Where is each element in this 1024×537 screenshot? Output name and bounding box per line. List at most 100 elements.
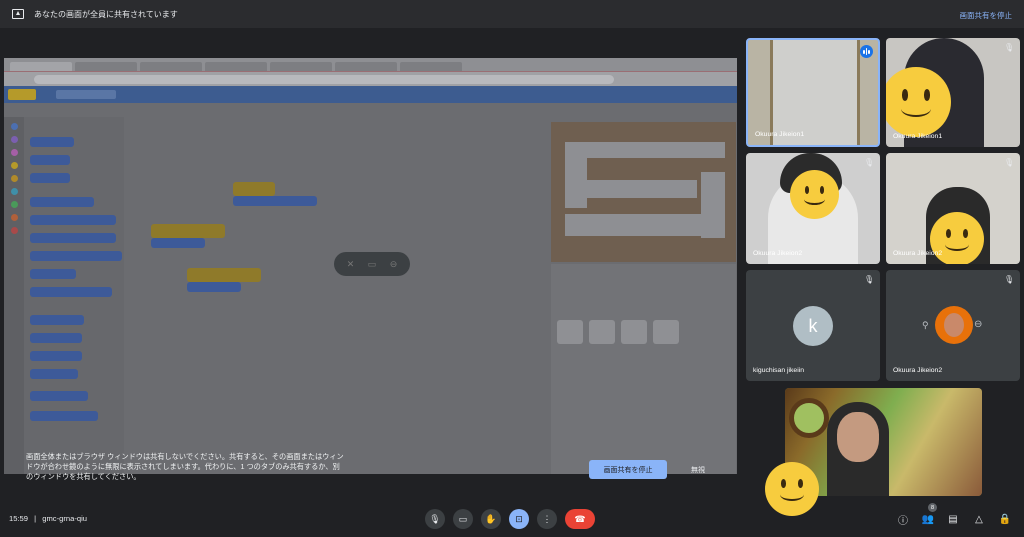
smiley-face-icon	[790, 170, 839, 219]
category-dot	[10, 162, 18, 169]
info-separator: |	[34, 514, 37, 523]
remove-icon[interactable]: ⊖	[974, 319, 982, 330]
sprite-thumbnail	[621, 320, 647, 344]
participant-tile[interactable]: 🎙 Okuura Jikeion1	[886, 38, 1020, 147]
category-dot	[10, 188, 18, 195]
code-block	[30, 173, 70, 183]
browser-tab	[335, 62, 397, 71]
pin-icon[interactable]: ⚲	[922, 320, 929, 331]
browser-tab	[205, 62, 267, 71]
raise-hand-icon: ✋	[485, 513, 497, 524]
code-block	[187, 268, 261, 282]
camera-button[interactable]: ▭	[453, 509, 473, 529]
code-block	[233, 196, 317, 206]
stop-sharing-link[interactable]: 画面共有を停止	[960, 10, 1013, 21]
maze-lane	[701, 172, 725, 238]
sprite-pane	[551, 264, 736, 474]
browser-tab	[10, 62, 72, 71]
avatar: k	[793, 306, 833, 346]
mic-muted-icon: 🎙	[864, 158, 875, 167]
block-categories	[4, 117, 24, 474]
code-block	[187, 282, 241, 292]
camera-icon: ▭	[458, 513, 468, 524]
browser-tab	[140, 62, 202, 71]
participant-tile[interactable]: Okuura Jikeion1	[746, 38, 880, 147]
participant-tile[interactable]: 🎙 Okuura Jikeion2	[746, 153, 880, 264]
scratch-menu-bar	[4, 86, 737, 103]
mic-muted-icon: 🎙	[1004, 158, 1015, 167]
round-window	[789, 398, 829, 438]
category-dot	[10, 123, 18, 130]
maze-lane	[587, 180, 697, 198]
present-icon: ⊡	[515, 513, 523, 524]
ignore-button[interactable]: 無視	[682, 460, 714, 479]
meeting-details-button[interactable]: ⓘ	[896, 512, 910, 527]
mic-off-icon: ✕	[346, 258, 355, 269]
presenting-banner: あなたの画面が全員に共有されています 画面共有を停止	[0, 0, 1024, 28]
meeting-info: 15:59 | gmc-grna-qiu	[9, 514, 87, 523]
leave-call-button[interactable]: ☎	[565, 509, 595, 529]
raise-hand-button[interactable]: ✋	[481, 509, 501, 529]
code-block	[30, 369, 78, 379]
more-options-button[interactable]: ⋮	[537, 509, 557, 529]
scratch-logo	[8, 89, 36, 100]
people-button[interactable]: 👥	[921, 512, 935, 526]
code-block	[151, 238, 205, 248]
maze-lane	[565, 142, 725, 158]
code-block	[30, 215, 116, 225]
sprite-thumbnail	[589, 320, 615, 344]
address-field	[34, 74, 614, 84]
mic-muted-icon: 🎙	[1004, 43, 1015, 52]
block-palette	[4, 117, 124, 474]
code-block	[30, 333, 82, 343]
code-block	[30, 351, 82, 361]
code-block	[30, 315, 84, 325]
activities-icon: △	[975, 513, 983, 525]
code-block	[151, 224, 225, 238]
leave-call-icon: ☎	[574, 513, 586, 524]
chat-icon: ▤	[948, 513, 958, 525]
floating-share-toolbar: ✕ ▭ ⊖	[334, 252, 410, 276]
participant-name: Okuura Jikeion1	[755, 131, 805, 138]
face-shape	[837, 412, 879, 462]
participant-name: Okuura Jikeion1	[893, 133, 943, 140]
stop-sharing-button[interactable]: 画面共有を停止	[589, 460, 667, 479]
browser-tab	[400, 62, 462, 71]
code-block	[30, 411, 98, 421]
present-button[interactable]: ⊡	[509, 509, 529, 529]
browser-tabs	[4, 58, 737, 72]
speaking-indicator-icon	[860, 45, 873, 58]
mic-muted-icon: 🎙	[864, 275, 875, 284]
code-block	[30, 233, 116, 243]
category-dot	[10, 136, 18, 143]
close-icon: ⊖	[389, 258, 398, 269]
present-screen-icon	[12, 9, 24, 19]
sprite-thumbnail	[653, 320, 679, 344]
chat-button[interactable]: ▤	[946, 512, 960, 526]
code-block	[30, 391, 88, 401]
code-block	[30, 287, 112, 297]
category-dot	[10, 175, 18, 182]
more-options-icon: ⋮	[542, 513, 552, 524]
participant-name: Okuura Jikeion2	[893, 367, 943, 374]
category-dot	[10, 149, 18, 156]
microphone-button[interactable]: 🎙	[425, 509, 445, 529]
code-block	[30, 137, 74, 147]
host-controls-button[interactable]: 🔒	[998, 512, 1012, 526]
activities-button[interactable]: △	[972, 512, 986, 526]
participant-count-badge: 8	[928, 503, 937, 512]
maze-lane	[565, 214, 701, 236]
participant-name: kiguchisan jikeiin	[753, 367, 805, 374]
host-controls-icon: 🔒	[998, 513, 1012, 525]
participant-name: Okuura Jikeion2	[753, 250, 803, 257]
project-title-field	[56, 90, 116, 99]
meeting-controls-bar: 15:59 | gmc-grna-qiu 🎙 ▭ ✋ ⊡ ⋮ ☎ ⓘ 👥 8 ▤…	[0, 500, 1024, 537]
mic-icon: 🎙	[429, 513, 441, 524]
avatar	[935, 306, 973, 344]
code-block	[30, 251, 122, 261]
browser-address-bar	[4, 72, 737, 86]
participant-tile[interactable]: 🎙 Okuura Jikeion2	[886, 153, 1020, 264]
shared-screen-preview: ✕ ▭ ⊖	[4, 58, 737, 474]
mirror-warning-text: 画面全体またはブラウザ ウィンドウは共有しないでください。共有すると、その画面ま…	[26, 452, 344, 481]
category-dot	[10, 201, 18, 208]
